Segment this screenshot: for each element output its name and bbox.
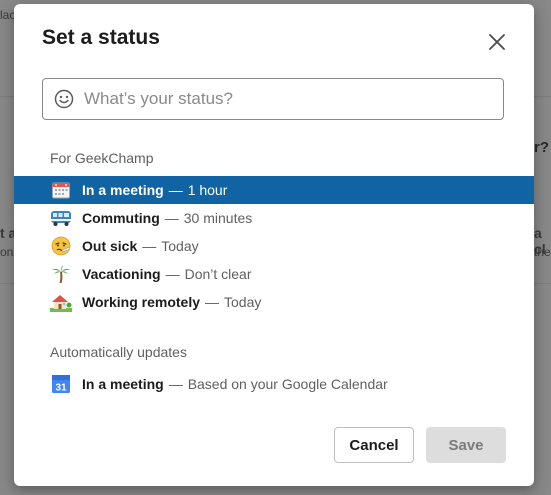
status-preset-duration: Don’t clear <box>184 266 252 282</box>
status-preset-duration: Today <box>224 294 262 310</box>
bus-icon <box>50 207 72 229</box>
house-icon <box>50 291 72 313</box>
google-calendar-icon-text: 31 <box>55 383 67 394</box>
auto-status-name: In a meeting <box>82 376 164 392</box>
google-calendar-icon: 31 <box>50 373 72 395</box>
status-preset-separator: — <box>164 210 179 226</box>
status-preset-working-remotely[interactable]: Working remotely — Today <box>14 288 534 316</box>
status-preset-duration: 30 minutes <box>183 210 253 226</box>
auto-status-google-calendar[interactable]: 31 In a meeting — Based on your Google C… <box>14 370 534 398</box>
background-divider <box>534 96 551 97</box>
status-preset-separator: — <box>165 266 180 282</box>
auto-section-label: Automatically updates <box>50 344 187 360</box>
emoji-picker-icon[interactable] <box>54 89 74 109</box>
background-divider <box>534 283 551 284</box>
auto-status-list: 31 In a meeting — Based on your Google C… <box>14 370 534 398</box>
status-preset-separator: — <box>168 182 183 198</box>
status-input[interactable] <box>84 84 503 114</box>
status-preset-in-a-meeting[interactable]: In a meeting — 1 hour <box>14 176 534 204</box>
status-preset-name: Working remotely <box>82 294 200 310</box>
status-preset-separator: — <box>142 238 157 254</box>
background-text-fragment: on <box>0 245 14 259</box>
palm-tree-icon <box>50 263 72 285</box>
dialog-title: Set a status <box>42 26 160 49</box>
save-button[interactable]: Save <box>426 427 506 463</box>
status-presets-list: In a meeting — 1 hour Commuting — 30 min… <box>14 176 534 316</box>
status-preset-name: Vacationing <box>82 266 161 282</box>
close-icon <box>488 33 506 51</box>
status-preset-vacationing[interactable]: Vacationing — Don’t clear <box>14 260 534 288</box>
set-status-dialog: Set a status For GeekChamp <box>14 4 534 486</box>
status-preset-commuting[interactable]: Commuting — 30 minutes <box>14 204 534 232</box>
status-preset-name: Out sick <box>82 238 138 254</box>
sick-face-icon <box>50 235 72 257</box>
calendar-icon <box>50 179 72 201</box>
status-input-field[interactable] <box>42 78 504 120</box>
close-button[interactable] <box>486 31 508 53</box>
status-preset-name: Commuting <box>82 210 160 226</box>
status-preset-name: In a meeting <box>82 182 164 198</box>
auto-status-description: Based on your Google Calendar <box>187 376 388 392</box>
status-preset-out-sick[interactable]: Out sick — Today <box>14 232 534 260</box>
background-divider <box>0 96 14 97</box>
cancel-button[interactable]: Cancel <box>334 427 414 463</box>
background-divider <box>0 283 14 284</box>
status-preset-duration: 1 hour <box>187 182 228 198</box>
background-text-fragment: r? <box>534 139 549 156</box>
auto-status-separator: — <box>168 376 183 392</box>
presets-section-label: For GeekChamp <box>50 150 154 166</box>
status-preset-duration: Today <box>161 238 199 254</box>
status-preset-separator: — <box>205 294 219 310</box>
background-text-fragment: the <box>534 245 551 259</box>
